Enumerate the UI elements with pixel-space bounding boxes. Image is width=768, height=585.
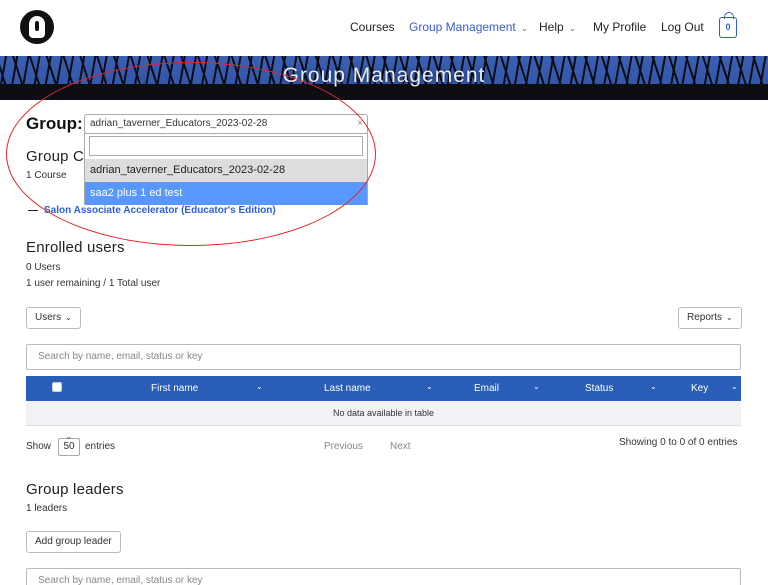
nav-group-management[interactable]: Group Management ⌄ xyxy=(409,20,528,34)
nav-help[interactable]: Help ⌄ xyxy=(539,20,576,34)
clear-icon[interactable]: × xyxy=(357,115,363,133)
leaders-count: 1 leaders xyxy=(26,503,68,514)
users-count: 0 Users xyxy=(26,262,61,273)
users-remaining: 1 user remaining / 1 Total user xyxy=(26,278,161,289)
dropdown-search-input[interactable] xyxy=(89,136,363,156)
site-logo[interactable] xyxy=(20,10,54,44)
sort-icon[interactable]: ⌄ xyxy=(533,382,540,391)
enrolled-users-title: Enrolled users xyxy=(26,239,125,256)
lightbulb-icon xyxy=(29,16,45,38)
col-first-name[interactable]: First name xyxy=(151,383,198,394)
users-button[interactable]: Users ⌄ xyxy=(26,307,81,329)
sort-icon[interactable]: ⌄ xyxy=(426,382,433,391)
group-leaders-title: Group leaders xyxy=(26,481,124,498)
dash-icon: — xyxy=(28,205,38,216)
chevron-down-icon: ⌄ xyxy=(568,23,577,33)
col-status[interactable]: Status xyxy=(585,383,613,394)
group-courses-title: Group C xyxy=(26,148,85,165)
group-select-value: adrian_taverner_Educators_2023-02-28 xyxy=(90,118,268,129)
nav-help-label: Help xyxy=(539,20,564,34)
nav-log-out[interactable]: Log Out xyxy=(661,20,704,34)
course-count: 1 Course xyxy=(26,170,67,181)
nav-group-management-label: Group Management xyxy=(409,20,516,34)
next-button[interactable]: Next xyxy=(390,441,411,452)
group-dropdown: adrian_taverner_Educators_2023-02-28 saa… xyxy=(84,133,368,205)
col-email[interactable]: Email xyxy=(474,383,499,394)
dropdown-option-highlighted[interactable]: saa2 plus 1 ed test xyxy=(85,182,367,205)
nav-courses[interactable]: Courses xyxy=(350,20,395,34)
sort-icon[interactable]: ⌄ xyxy=(650,382,657,391)
users-table-header: First name ⌄ Last name ⌄ Email ⌄ Status … xyxy=(26,376,741,401)
entries-label: entries xyxy=(85,441,116,452)
col-last-name[interactable]: Last name xyxy=(324,383,371,394)
leaders-search-input[interactable]: Search by name, email, status or key xyxy=(26,568,741,585)
cart-icon[interactable]: 0 xyxy=(719,12,737,38)
col-key[interactable]: Key xyxy=(691,383,708,394)
page-length-select[interactable]: 50 xyxy=(58,428,80,456)
site-header: Courses Group Management ⌄ Help ⌄ My Profi… xyxy=(0,0,768,56)
course-link[interactable]: — Salon Associate Accelerator (Educator's… xyxy=(28,205,276,216)
previous-button[interactable]: Previous xyxy=(324,441,363,452)
sort-icon[interactable]: ⌄ xyxy=(731,382,738,391)
table-info: Showing 0 to 0 of 0 entries xyxy=(619,437,738,448)
reports-button-label: Reports xyxy=(687,312,723,323)
select-all-checkbox[interactable] xyxy=(52,382,62,392)
banner-title: Group Management xyxy=(282,64,486,87)
page-banner: Group Management xyxy=(0,56,768,100)
dropdown-option[interactable]: adrian_taverner_Educators_2023-02-28 xyxy=(85,159,367,182)
chevron-down-icon: ⌄ xyxy=(726,313,733,322)
group-select[interactable]: adrian_taverner_Educators_2023-02-28 × xyxy=(84,114,368,134)
table-empty-row: No data available in table xyxy=(26,401,741,426)
course-link-label: Salon Associate Accelerator (Educator's … xyxy=(44,205,276,216)
group-label: Group: xyxy=(26,114,83,133)
cart-count: 0 xyxy=(725,22,731,32)
chevron-down-icon: ⌄ xyxy=(520,23,529,33)
add-group-leader-button[interactable]: Add group leader xyxy=(26,531,121,553)
show-label: Show xyxy=(26,441,52,452)
chevron-down-icon: ⌄ xyxy=(65,313,72,322)
sort-icon[interactable]: ⌄ xyxy=(256,382,263,391)
reports-button[interactable]: Reports ⌄ xyxy=(678,307,742,329)
users-search-input[interactable]: Search by name, email, status or key xyxy=(26,344,741,370)
users-button-label: Users xyxy=(35,312,62,323)
nav-my-profile[interactable]: My Profile xyxy=(593,20,646,34)
